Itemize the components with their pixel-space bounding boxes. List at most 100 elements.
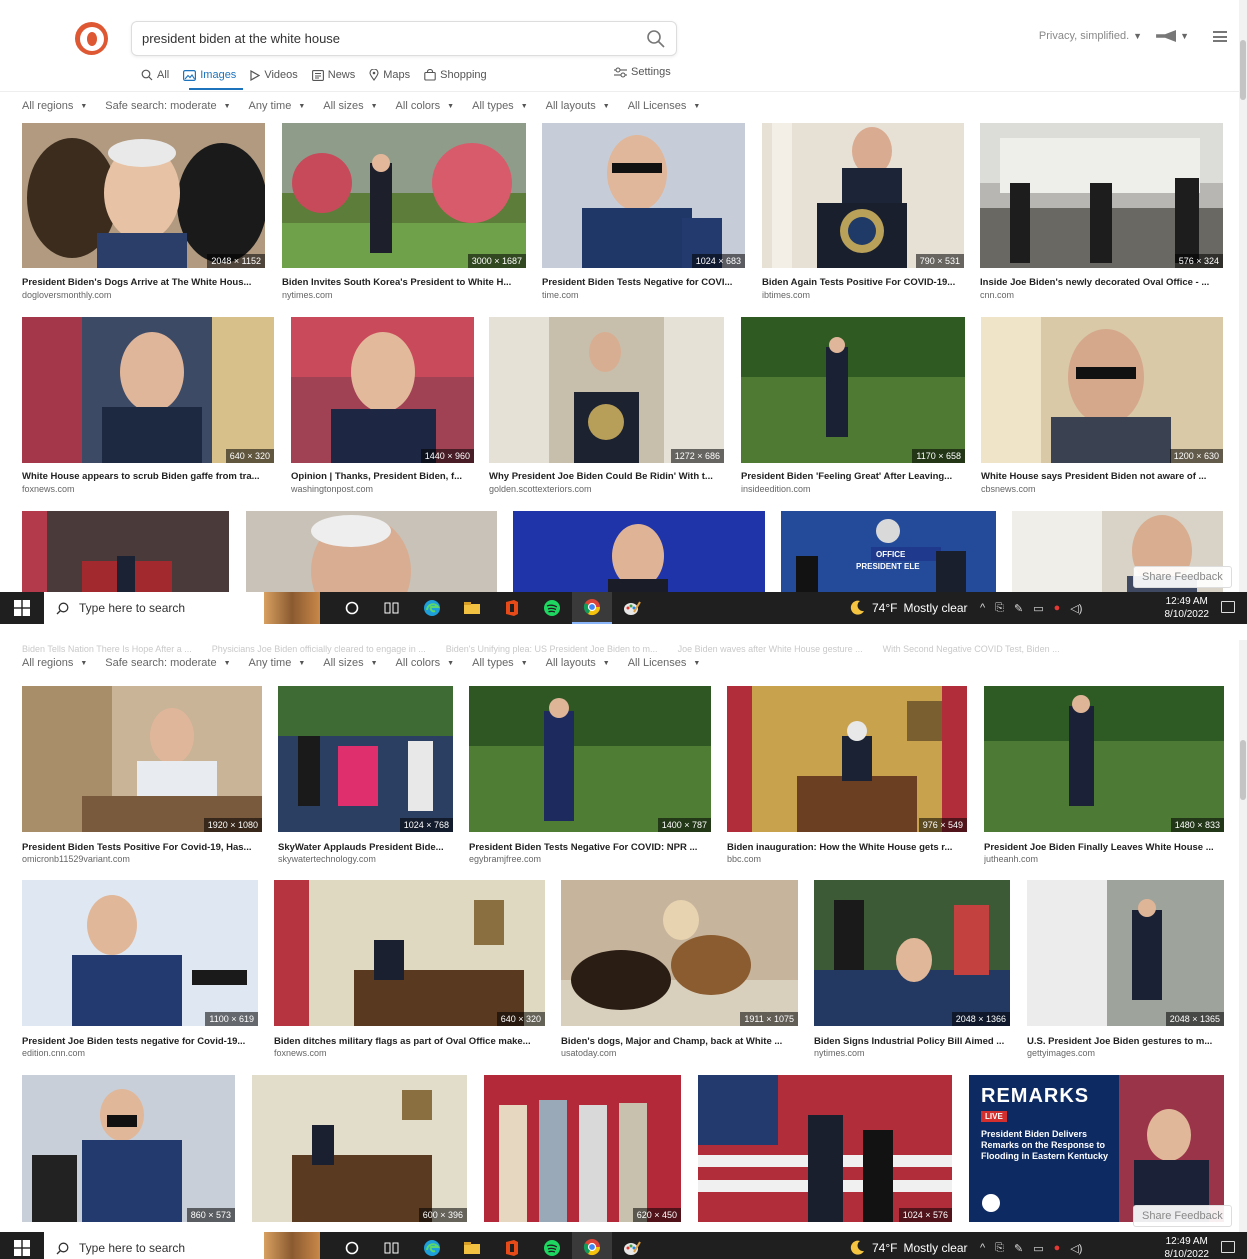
tab-shopping[interactable]: Shopping [424,66,487,84]
image-source[interactable]: foxnews.com [22,484,274,494]
image-title[interactable]: President Biden 'Feeling Great' After Le… [741,471,965,482]
image-thumbnail[interactable] [513,511,765,593]
task-view-icon[interactable] [372,1232,412,1259]
image-thumbnail[interactable]: 1911 × 1075 [561,880,798,1026]
taskbar-weather[interactable]: 74°F Mostly clear [848,592,968,624]
file-explorer-icon[interactable] [452,592,492,624]
image-source[interactable]: nytimes.com [814,1048,1010,1058]
windows-start-icon[interactable] [14,600,30,616]
image-source[interactable]: insideedition.com [741,484,965,494]
image-title[interactable]: SkyWater Applauds President Bide... [278,842,453,853]
image-thumbnail[interactable] [246,511,497,593]
notification-icon[interactable] [1221,601,1235,613]
image-source[interactable]: jutheanh.com [984,854,1224,864]
taskbar-clock[interactable]: 12:49 AM 8/10/2022 [1165,595,1210,621]
image-source[interactable]: dogloversmonthly.com [22,290,265,300]
image-thumbnail[interactable]: 1400 × 787 [469,686,711,832]
filter-safe-search[interactable]: Safe search: moderate ▼ [105,100,230,112]
image-thumbnail[interactable]: 3000 × 1687 [282,123,526,268]
edge-icon[interactable] [412,1232,452,1259]
image-source[interactable]: ibtimes.com [762,290,964,300]
image-title[interactable]: White House says President Biden not awa… [981,471,1223,482]
spotify-icon[interactable] [532,1232,572,1259]
privacy-dropdown[interactable]: Privacy, simplified. ▼ [1039,30,1142,42]
image-thumbnail[interactable]: 620 × 450 [484,1075,681,1222]
battery-icon[interactable]: ▭ [1033,1242,1043,1255]
filter-sizes[interactable]: All sizes ▼ [323,657,377,669]
image-title[interactable]: President Joe Biden tests negative for C… [22,1036,258,1047]
image-source[interactable]: omicronb11529variant.com [22,854,262,864]
image-title[interactable]: Inside Joe Biden's newly decorated Oval … [980,277,1223,288]
image-thumbnail[interactable]: 1170 × 658 [741,317,965,463]
image-source[interactable]: bbc.com [727,854,967,864]
image-thumbnail[interactable]: 576 × 324 [980,123,1223,268]
filter-regions[interactable]: All regions ▼ [22,657,87,669]
image-thumbnail[interactable]: 1440 × 960 [291,317,474,463]
image-title[interactable]: Biden inauguration: How the White House … [727,842,967,853]
image-title[interactable]: President Biden Tests Negative for COVI.… [542,277,745,288]
filter-sizes[interactable]: All sizes ▼ [323,100,377,112]
image-title[interactable]: U.S. President Joe Biden gestures to m..… [1027,1036,1224,1047]
image-thumbnail[interactable]: 600 × 396 [252,1075,467,1222]
share-feedback-button[interactable]: Share Feedback [1133,1205,1232,1227]
image-source[interactable]: washingtonpost.com [291,484,474,494]
filter-colors[interactable]: All colors ▼ [396,100,455,112]
image-title[interactable]: Why President Joe Biden Could Be Ridin' … [489,471,724,482]
image-source[interactable]: nytimes.com [282,290,526,300]
edge-icon[interactable] [412,592,452,624]
image-source[interactable]: skywatertechnology.com [278,854,453,864]
filter-licenses[interactable]: All Licenses ▼ [628,657,701,669]
filter-safe-search[interactable]: Safe search: moderate ▼ [105,657,230,669]
taskbar-search[interactable]: Type here to search [44,1232,320,1259]
image-thumbnail[interactable]: 1272 × 686 [489,317,724,463]
paint-icon[interactable] [612,1232,652,1259]
image-thumbnail[interactable]: 2048 × 1152 [22,123,265,268]
share-feedback-button[interactable]: Share Feedback [1133,566,1232,588]
image-thumbnail[interactable]: REMARKS LIVE President Biden Delivers Re… [969,1075,1224,1222]
filter-licenses[interactable]: All Licenses ▼ [628,100,701,112]
image-source[interactable]: foxnews.com [274,1048,545,1058]
taskbar-search[interactable]: Type here to search [44,592,320,624]
filter-types[interactable]: All types ▼ [472,100,528,112]
scrollbar[interactable] [1239,0,1247,592]
volume-icon[interactable]: ◁) [1070,1242,1082,1255]
image-source[interactable]: gettyimages.com [1027,1048,1224,1058]
image-title[interactable]: Biden Again Tests Positive For COVID-19.… [762,277,964,288]
spotify-icon[interactable] [532,592,572,624]
filter-types[interactable]: All types ▼ [472,657,528,669]
search-icon[interactable] [646,29,666,49]
image-thumbnail[interactable]: 1024 × 683 [542,123,745,268]
network-icon[interactable]: ● [1054,1242,1061,1254]
cortana-icon[interactable] [332,592,372,624]
filter-layouts[interactable]: All layouts ▼ [546,657,610,669]
duckduckgo-logo[interactable] [75,22,108,55]
tab-videos[interactable]: Videos [250,66,298,84]
image-thumbnail[interactable]: 640 × 320 [274,880,545,1026]
paint-icon[interactable] [612,592,652,624]
windows-start-icon[interactable] [14,1240,30,1256]
settings-link[interactable]: Settings [614,66,671,78]
search-input[interactable] [132,22,632,55]
office-icon[interactable] [492,592,532,624]
image-thumbnail[interactable]: 1200 × 630 [981,317,1223,463]
menu-icon[interactable] [1213,30,1227,42]
chevron-up-icon[interactable]: ^ [980,1242,985,1254]
image-title[interactable]: President Biden Tests Negative For COVID… [469,842,711,853]
taskbar-weather[interactable]: 74°F Mostly clear [848,1232,968,1259]
network-icon[interactable]: ● [1054,602,1061,614]
scroll-thumb[interactable] [1240,740,1246,800]
device-icon[interactable]: ⎘ [995,602,1004,615]
image-source[interactable]: usatoday.com [561,1048,798,1058]
image-source[interactable]: cbsnews.com [981,484,1223,494]
image-thumbnail[interactable]: 640 × 320 [22,317,274,463]
megaphone-dropdown[interactable]: ▼ [1156,30,1189,42]
image-source[interactable]: edition.cnn.com [22,1048,258,1058]
cortana-icon[interactable] [332,1232,372,1259]
image-thumbnail[interactable]: 1920 × 1080 [22,686,262,832]
image-title[interactable]: White House appears to scrub Biden gaffe… [22,471,274,482]
file-explorer-icon[interactable] [452,1232,492,1259]
image-title[interactable]: Biden's dogs, Major and Champ, back at W… [561,1036,798,1047]
image-thumbnail[interactable]: OFFICE PRESIDENT ELE [781,511,996,593]
image-title[interactable]: Biden Signs Industrial Policy Bill Aimed… [814,1036,1010,1047]
image-thumbnail[interactable]: 1480 × 833 [984,686,1224,832]
